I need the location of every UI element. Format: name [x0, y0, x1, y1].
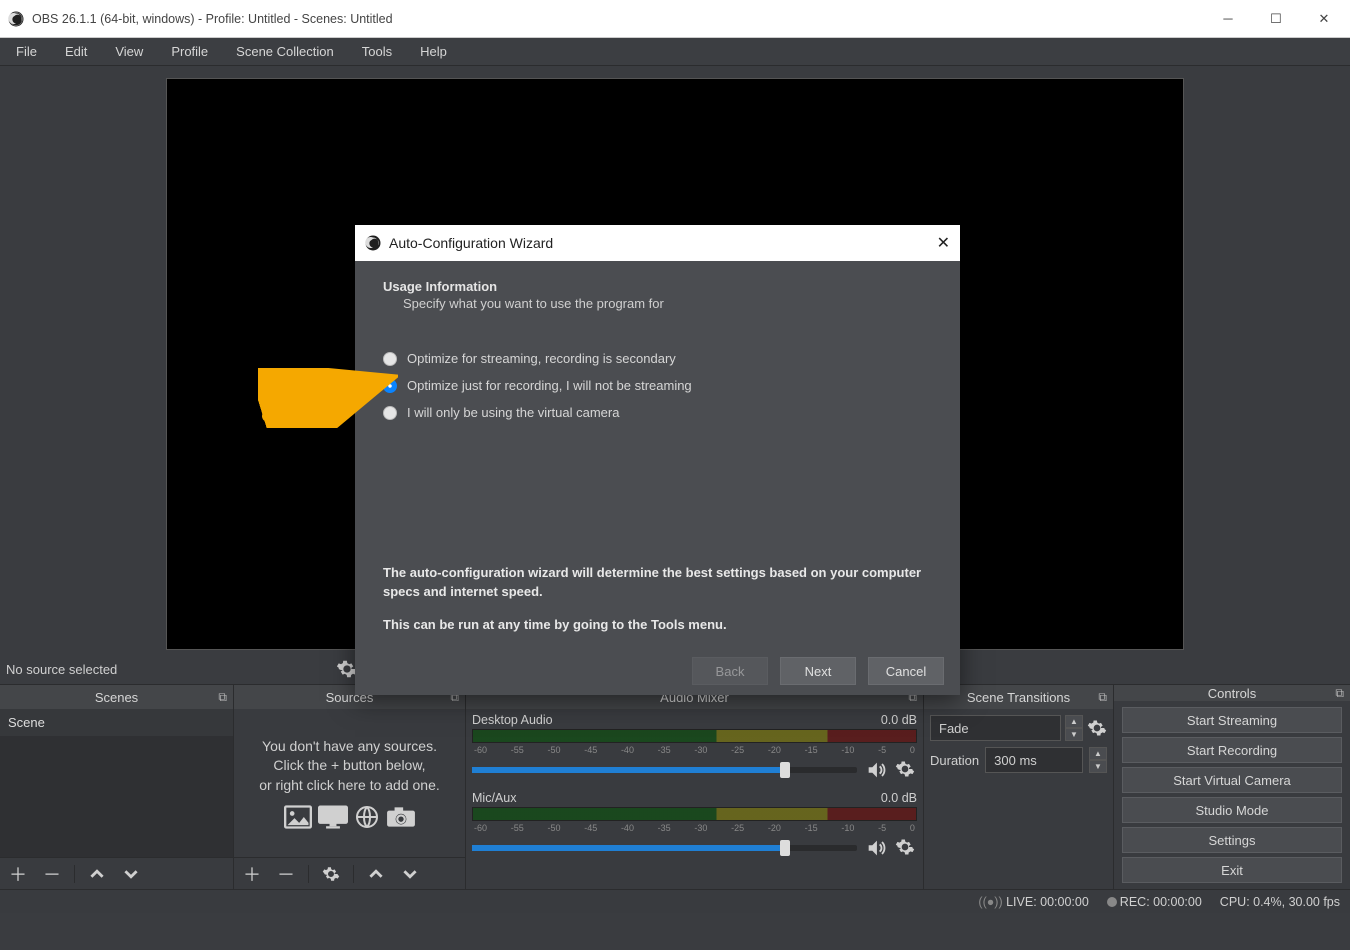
channel-name: Desktop Audio — [472, 713, 553, 727]
controls-popout-icon[interactable]: ⧉ — [1335, 686, 1344, 701]
status-cpu: CPU: 0.4%, 30.00 fps — [1220, 895, 1340, 909]
menu-profile[interactable]: Profile — [159, 41, 220, 62]
maximize-button[interactable]: ☐ — [1252, 0, 1300, 38]
window-title: OBS 26.1.1 (64-bit, windows) - Profile: … — [32, 12, 393, 26]
scenes-move-up-button[interactable] — [85, 862, 109, 886]
channel-level: 0.0 dB — [881, 791, 917, 805]
sources-properties-button[interactable] — [319, 862, 343, 886]
close-button[interactable]: ✕ — [1300, 0, 1348, 38]
menu-file[interactable]: File — [4, 41, 49, 62]
auto-config-wizard-dialog: Auto-Configuration Wizard ✕ Usage Inform… — [355, 225, 960, 695]
channel-meter — [472, 807, 917, 821]
transition-settings-button[interactable] — [1087, 718, 1107, 738]
dialog-desc1: The auto-configuration wizard will deter… — [383, 564, 932, 602]
menubar: File Edit View Profile Scene Collection … — [0, 38, 1350, 66]
control-button-start-recording[interactable]: Start Recording — [1122, 737, 1342, 763]
channel-meter — [472, 729, 917, 743]
sources-empty-line3: or right click here to add one. — [259, 776, 440, 796]
radio-label: Optimize for streaming, recording is sec… — [407, 351, 676, 366]
dialog-heading: Usage Information — [383, 279, 932, 294]
menu-view[interactable]: View — [103, 41, 155, 62]
dock-audio-mixer: Audio Mixer⧉ Desktop Audio0.0 dB -60-55-… — [466, 685, 924, 889]
usage-radio-2[interactable]: I will only be using the virtual camera — [383, 405, 932, 420]
menu-scene-collection[interactable]: Scene Collection — [224, 41, 346, 62]
channel-mute-button[interactable] — [865, 837, 887, 859]
usage-radio-1[interactable]: Optimize just for recording, I will not … — [383, 378, 932, 393]
obs-logo-icon — [8, 11, 24, 27]
control-button-exit[interactable]: Exit — [1122, 857, 1342, 883]
browser-source-icon — [354, 805, 380, 829]
dialog-title: Auto-Configuration Wizard — [389, 235, 553, 251]
usage-radio-0[interactable]: Optimize for streaming, recording is sec… — [383, 351, 932, 366]
image-source-icon — [284, 805, 312, 829]
duration-up-button[interactable]: ▲ — [1089, 747, 1107, 760]
dock-sources: Sources⧉ You don't have any sources. Cli… — [234, 685, 466, 889]
dialog-cancel-button[interactable]: Cancel — [868, 657, 944, 685]
sources-empty-line1: You don't have any sources. — [262, 737, 437, 757]
scenes-remove-button[interactable]: － — [40, 862, 64, 886]
sources-add-button[interactable]: ＋ — [240, 862, 264, 886]
radio-label: I will only be using the virtual camera — [407, 405, 619, 420]
duration-input[interactable]: 300 ms — [985, 747, 1083, 773]
channel-volume-slider[interactable] — [472, 767, 857, 773]
control-button-studio-mode[interactable]: Studio Mode — [1122, 797, 1342, 823]
channel-level: 0.0 dB — [881, 713, 917, 727]
controls-title: Controls — [1208, 686, 1256, 701]
scene-item[interactable]: Scene — [0, 709, 233, 736]
scenes-title: Scenes — [95, 690, 138, 705]
sources-empty-line2: Click the + button below, — [273, 756, 425, 776]
dialog-close-button[interactable]: ✕ — [937, 233, 950, 253]
transition-select[interactable]: Fade — [930, 715, 1061, 741]
scenes-popout-icon[interactable]: ⧉ — [218, 690, 227, 705]
control-button-start-streaming[interactable]: Start Streaming — [1122, 707, 1342, 733]
radio-label: Optimize just for recording, I will not … — [407, 378, 692, 393]
transition-up-button[interactable]: ▲ — [1065, 715, 1083, 728]
transitions-popout-icon[interactable]: ⧉ — [1098, 690, 1107, 705]
channel-settings-button[interactable] — [895, 837, 917, 859]
channel-name: Mic/Aux — [472, 791, 516, 805]
status-rec: REC: 00:00:00 — [1107, 895, 1202, 909]
menu-help[interactable]: Help — [408, 41, 459, 62]
no-source-label: No source selected — [6, 662, 117, 677]
titlebar: OBS 26.1.1 (64-bit, windows) - Profile: … — [0, 0, 1350, 38]
dialog-next-button[interactable]: Next — [780, 657, 856, 685]
duration-label: Duration — [930, 753, 979, 768]
scenes-add-button[interactable]: ＋ — [6, 862, 30, 886]
minimize-button[interactable]: ─ — [1204, 0, 1252, 38]
menu-tools[interactable]: Tools — [350, 41, 404, 62]
control-button-start-virtual-camera[interactable]: Start Virtual Camera — [1122, 767, 1342, 793]
duration-down-button[interactable]: ▼ — [1089, 760, 1107, 773]
control-button-settings[interactable]: Settings — [1122, 827, 1342, 853]
dock-transitions: Scene Transitions⧉ Fade ▲▼ Duration 300 … — [924, 685, 1114, 889]
transitions-title: Scene Transitions — [967, 690, 1070, 705]
dialog-obs-icon — [365, 235, 381, 251]
display-source-icon — [318, 805, 348, 829]
dock-scenes: Scenes ⧉ Scene ＋ － — [0, 685, 234, 889]
camera-source-icon — [386, 805, 416, 829]
channel-volume-slider[interactable] — [472, 845, 857, 851]
status-bar: ((●)) LIVE: 00:00:00 REC: 00:00:00 CPU: … — [0, 889, 1350, 913]
menu-edit[interactable]: Edit — [53, 41, 99, 62]
dialog-desc2: This can be run at any time by going to … — [383, 616, 932, 635]
dialog-subheading: Specify what you want to use the program… — [403, 296, 932, 311]
status-live: ((●)) LIVE: 00:00:00 — [978, 895, 1088, 909]
sources-empty[interactable]: You don't have any sources. Click the + … — [234, 709, 465, 857]
channel-settings-button[interactable] — [895, 759, 917, 781]
sources-remove-button[interactable]: － — [274, 862, 298, 886]
docks: Scenes ⧉ Scene ＋ － Sources⧉ You don't hav… — [0, 684, 1350, 889]
channel-mute-button[interactable] — [865, 759, 887, 781]
sources-move-down-button[interactable] — [398, 862, 422, 886]
dialog-back-button[interactable]: Back — [692, 657, 768, 685]
scenes-move-down-button[interactable] — [119, 862, 143, 886]
dock-controls: Controls ⧉ Start Streaming Start Recording… — [1114, 685, 1350, 889]
transition-down-button[interactable]: ▼ — [1065, 728, 1083, 741]
sources-move-up-button[interactable] — [364, 862, 388, 886]
